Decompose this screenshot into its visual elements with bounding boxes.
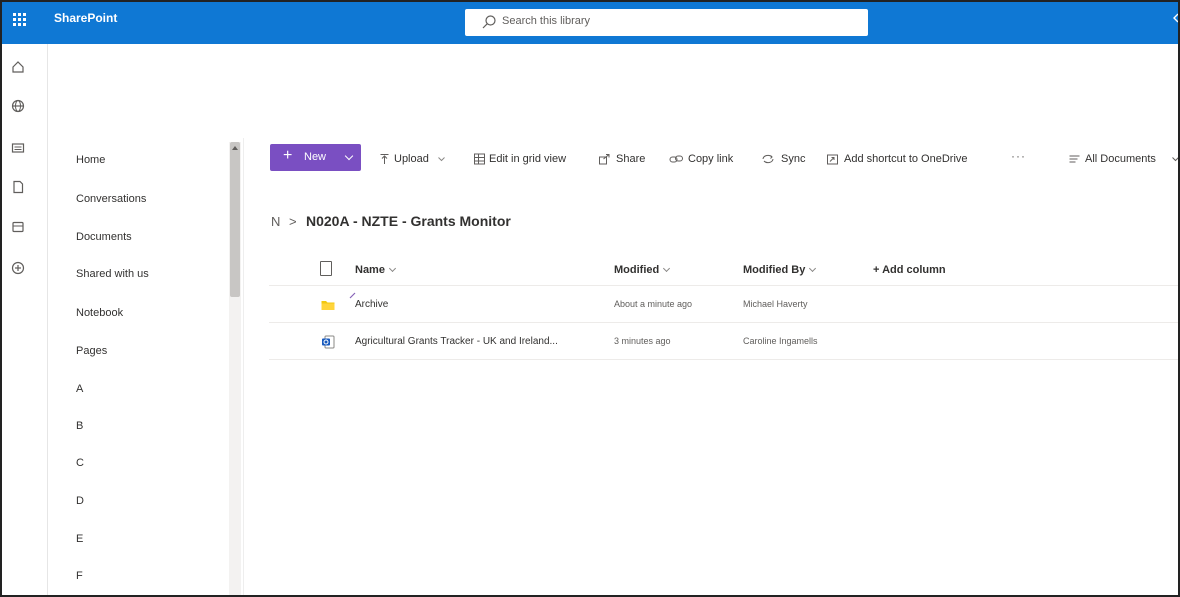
more-options-icon[interactable]: ··· <box>1011 149 1026 163</box>
file-type-icon[interactable] <box>320 261 332 276</box>
search-placeholder: Search this library <box>502 15 591 27</box>
shortcut-icon <box>827 154 838 165</box>
chevron-left-icon[interactable] <box>1172 12 1180 24</box>
search-box[interactable]: Search this library <box>465 9 868 36</box>
edit-grid-view-button[interactable]: Edit in grid view <box>489 153 566 165</box>
column-header-modified-by[interactable]: Modified By <box>743 264 817 276</box>
nav-item-shared-with-us[interactable]: Shared with us <box>76 268 149 280</box>
news-icon[interactable] <box>10 140 26 156</box>
chevron-down-icon <box>809 264 817 273</box>
upload-button[interactable]: Upload <box>394 153 429 165</box>
nav-item-c[interactable]: C <box>76 457 84 469</box>
nav-item-a[interactable]: A <box>76 383 83 395</box>
nav-item-e[interactable]: E <box>76 533 83 545</box>
globe-icon[interactable] <box>10 98 26 114</box>
nav-item-d[interactable]: D <box>76 495 84 507</box>
nav-item-home[interactable]: Home <box>76 154 105 166</box>
app-launcher-icon[interactable] <box>8 8 30 30</box>
share-button[interactable]: Share <box>616 153 645 165</box>
column-header-name[interactable]: Name <box>355 264 397 276</box>
nav-item-conversations[interactable]: Conversations <box>76 193 146 205</box>
nav-scrollbar-thumb[interactable] <box>230 142 240 297</box>
nav-item-notebook[interactable]: Notebook <box>76 307 123 319</box>
view-chevron-icon[interactable] <box>1171 153 1180 165</box>
sync-icon <box>762 154 774 164</box>
plus-icon: + <box>283 147 293 164</box>
nav-item-documents[interactable]: Documents <box>76 231 132 243</box>
new-item-sparkle-icon <box>349 292 356 299</box>
suite-bar: SharePoint Search this library <box>2 2 1180 44</box>
upload-chevron-icon[interactable] <box>437 153 446 165</box>
home-icon[interactable] <box>10 59 26 75</box>
app-title[interactable]: SharePoint <box>54 11 117 25</box>
breadcrumb-current[interactable]: N020A - NZTE - Grants Monitor <box>306 213 511 229</box>
modified-date: About a minute ago <box>614 299 693 309</box>
share-icon <box>599 154 610 165</box>
nav-scrollbar[interactable] <box>229 142 241 595</box>
site-navigation: Home Conversations Documents Shared with… <box>48 138 244 595</box>
document-icon[interactable] <box>10 179 26 195</box>
lists-icon[interactable] <box>10 219 26 235</box>
list-header: Name Modified Modified By + Add column <box>269 254 1178 286</box>
file-name[interactable]: Archive <box>355 299 388 310</box>
file-name[interactable]: Agricultural Grants Tracker - UK and Ire… <box>355 336 558 347</box>
nav-item-b[interactable]: B <box>76 420 83 432</box>
nav-item-pages[interactable]: Pages <box>76 345 107 357</box>
add-icon[interactable] <box>10 260 26 276</box>
sync-button[interactable]: Sync <box>781 153 805 165</box>
view-selector[interactable]: All Documents <box>1085 153 1156 165</box>
folder-icon <box>321 301 335 310</box>
upload-icon <box>380 154 389 164</box>
view-options-icon <box>1069 155 1080 163</box>
breadcrumb-separator: > <box>289 214 297 229</box>
app-rail <box>2 44 48 595</box>
breadcrumb-root[interactable]: N <box>271 214 280 229</box>
add-shortcut-button[interactable]: Add shortcut to OneDrive <box>844 153 968 165</box>
link-icon <box>669 155 683 163</box>
word-document-icon <box>322 335 335 349</box>
column-modified-by-label: Modified By <box>743 264 806 276</box>
modified-by[interactable]: Caroline Ingamells <box>743 336 818 346</box>
grid-view-icon <box>474 153 485 165</box>
sharepoint-window: SharePoint Search this library Home Conv… <box>0 0 1180 597</box>
new-button[interactable]: + New <box>270 144 361 171</box>
column-header-modified[interactable]: Modified <box>614 264 671 276</box>
chevron-down-icon <box>344 151 354 161</box>
add-column-button[interactable]: + Add column <box>873 264 946 276</box>
list-row[interactable]: Agricultural Grants Tracker - UK and Ire… <box>269 324 1178 360</box>
scroll-up-icon[interactable] <box>232 146 238 150</box>
nav-item-f[interactable]: F <box>76 570 83 582</box>
column-modified-label: Modified <box>614 264 660 276</box>
column-name-label: Name <box>355 264 385 276</box>
search-icon <box>482 15 496 29</box>
chevron-down-icon <box>663 264 671 273</box>
list-row[interactable]: Archive About a minute ago Michael Haver… <box>269 287 1178 323</box>
command-bar: + New Upload Edit in grid view Share Cop… <box>246 138 1180 178</box>
chevron-down-icon <box>388 264 397 273</box>
new-button-label: New <box>304 151 327 163</box>
modified-date: 3 minutes ago <box>614 336 671 346</box>
copy-link-button[interactable]: Copy link <box>688 153 733 165</box>
modified-by[interactable]: Michael Haverty <box>743 299 808 309</box>
